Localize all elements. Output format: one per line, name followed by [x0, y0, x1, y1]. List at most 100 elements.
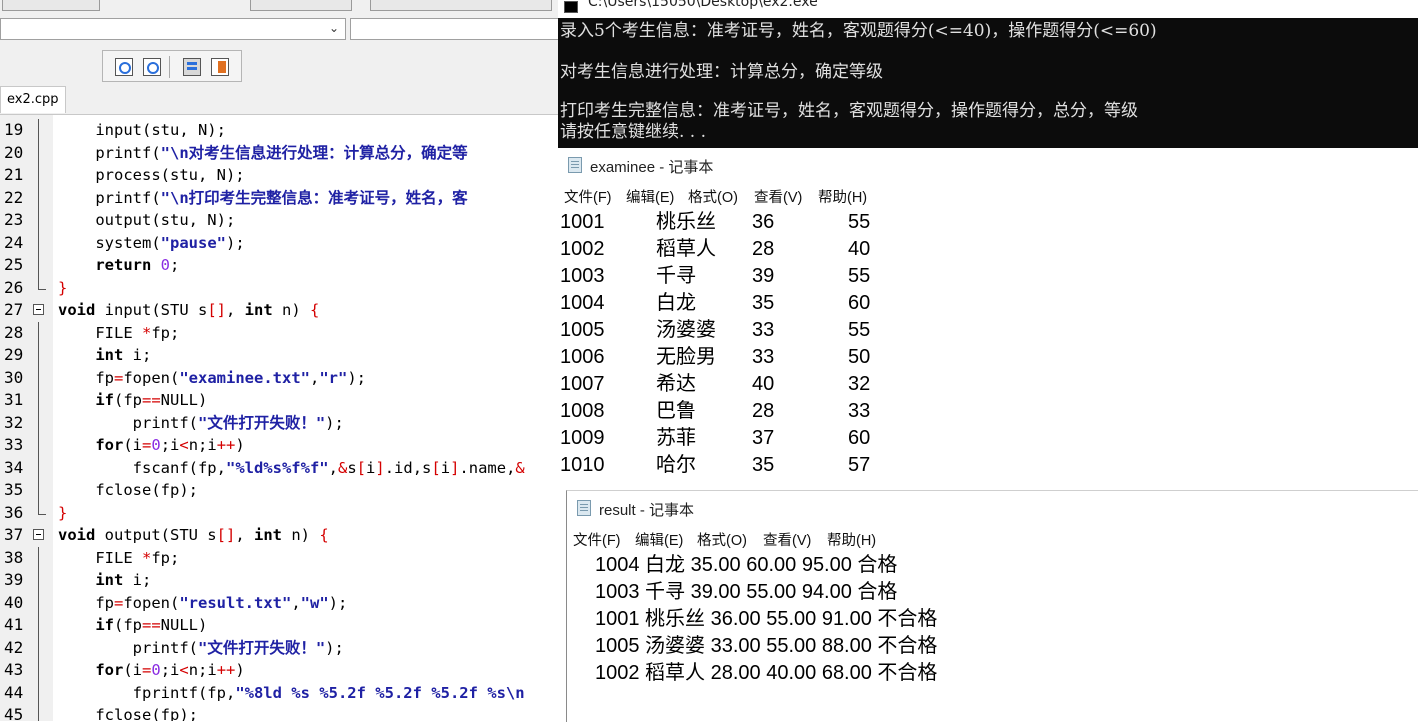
code-line: 36} [0, 501, 560, 525]
code-token: & [337, 458, 348, 477]
fold-toggle-icon[interactable] [33, 304, 44, 315]
code-token: int [254, 526, 282, 544]
fold-guide [38, 186, 39, 209]
find-icon[interactable] [115, 58, 133, 76]
code-line: 21 process(stu, N); [0, 164, 560, 187]
code-token: (fp [114, 391, 142, 409]
menu-item[interactable]: 文件(F) [564, 186, 612, 207]
fold-guide [38, 231, 39, 254]
menu-item[interactable]: 帮助(H) [827, 529, 876, 550]
menu-item[interactable]: 格式(O) [688, 186, 738, 207]
operation-score: 55 [848, 319, 871, 341]
examinee-notepad-window: examinee - 记事本 文件(F) 编辑(E) 格式(O) 查看(V) 帮助(H)… [558, 148, 1418, 488]
fold-guide [38, 591, 39, 614]
line-number: 40 [4, 592, 24, 612]
menu-item[interactable]: 编辑(E) [635, 529, 683, 550]
result-row: 1005 汤婆婆 33.00 55.00 88.00 不合格 [595, 635, 938, 657]
code-token: "result.txt" [179, 593, 292, 612]
fold-guide [38, 119, 39, 142]
examinee-id: 1003 [560, 265, 605, 287]
code-token: [ [356, 458, 367, 477]
fold-guide [38, 366, 39, 389]
examinee-id: 1005 [560, 319, 605, 341]
fold-guide [38, 659, 39, 682]
code-text: fclose(fp); [58, 704, 198, 721]
console-window[interactable]: C:\Users\15050\Desktop\ex2.exe 录入5个考生信息：… [558, 0, 1418, 148]
ide-toolbar-top [0, 0, 560, 14]
tab-ex2-cpp[interactable]: ex2.cpp [0, 86, 66, 113]
scope-dropdown[interactable]: ⌄ [0, 18, 346, 40]
fold-toggle-icon[interactable] [33, 529, 44, 540]
code-text: input(stu, N); [58, 119, 226, 142]
examinee-id: 1008 [560, 400, 605, 422]
notepad-menubar: 文件(F) 编辑(E) 格式(O) 查看(V) 帮助(H) [558, 182, 1418, 207]
examinee-row: 1003 千寻 39 55 [558, 263, 1418, 290]
code-line: 45 fclose(fp); [0, 704, 560, 721]
menu-item[interactable]: 格式(O) [697, 529, 747, 550]
objective-score: 39 [752, 265, 775, 287]
code-token: * [142, 548, 152, 567]
toolbar-button[interactable] [2, 0, 100, 11]
code-token: void [58, 526, 96, 544]
menu-item[interactable]: 帮助(H) [818, 186, 867, 207]
code-line: 28 FILE *fp; [0, 321, 560, 344]
menu-item[interactable]: 文件(F) [573, 529, 621, 550]
examinee-id: 1010 [560, 454, 605, 476]
code-token: n;i [188, 436, 217, 454]
code-token: (i [123, 661, 142, 679]
code-token: ] [450, 458, 460, 477]
code-text: for(i=0;i<n;i++) [58, 434, 244, 457]
code-token: i [440, 458, 451, 477]
code-text: } [58, 277, 67, 300]
objective-score: 35 [752, 292, 775, 314]
line-number: 42 [4, 637, 24, 657]
code-token: ++ [216, 436, 236, 454]
code-text: fp=fopen("result.txt","w"); [58, 592, 347, 615]
examinee-name: 无脸男 [656, 346, 716, 368]
code-token: "\n打印考生完整信息：准考证号，姓名，客 [160, 188, 468, 207]
fold-guide [38, 344, 39, 367]
operation-score: 40 [848, 238, 871, 260]
find-next-icon[interactable] [143, 58, 161, 76]
operation-score: 50 [848, 346, 871, 368]
symbol-dropdown[interactable] [350, 18, 560, 40]
operation-score: 32 [848, 373, 871, 395]
notepad-text-area[interactable]: 1001 桃乐丝 36 55 1002 稻草人 28 40 1003 千寻 39 55 1004 白龙 35… [558, 206, 1418, 488]
notepad-text-area[interactable]: 1004 白龙 35.00 60.00 95.00 合格 1003 千寻 39.0… [567, 549, 1418, 722]
menu-item[interactable]: 编辑(E) [626, 186, 674, 207]
line-number: 44 [4, 682, 24, 702]
code-token: s [347, 458, 357, 477]
toolbar-group [102, 50, 242, 82]
examinee-name: 白龙 [656, 292, 696, 314]
code-token: ++ [216, 661, 236, 679]
code-editor[interactable]: 19 input(stu, N); 20 printf("\n对考生信息进行处理：… [0, 115, 560, 721]
code-line: 44 fprintf(fp,"%8ld %s %5.2f %5.2f %5.2f… [0, 681, 560, 704]
menu-item[interactable]: 查看(V) [754, 186, 802, 207]
panel-icon[interactable] [211, 58, 229, 76]
code-token: fp; [151, 548, 180, 567]
examinee-id: 1009 [560, 427, 605, 449]
code-token: i; [123, 571, 152, 589]
fold-guide [38, 546, 39, 569]
code-text: fclose(fp); [58, 479, 198, 502]
code-token: == [142, 616, 161, 634]
code-line: 29 int i; [0, 344, 560, 367]
notepad-title: examinee - 记事本 [590, 159, 714, 176]
operation-score: 60 [848, 427, 871, 449]
line-number: 20 [4, 142, 24, 162]
line-number: 38 [4, 547, 24, 567]
line-number: 31 [4, 390, 24, 409]
code-token: ] [375, 458, 385, 477]
examinee-row: 1001 桃乐丝 36 55 [558, 209, 1418, 236]
code-token: fscanf(fp, [58, 458, 226, 477]
window-icon[interactable] [183, 58, 201, 76]
menu-item[interactable]: 查看(V) [763, 529, 811, 550]
code-token: input(STU s [95, 301, 208, 319]
toolbar-button[interactable] [370, 0, 552, 11]
toolbar-button[interactable] [250, 0, 352, 11]
code-line: 37 void output(STU s[], int n) { [0, 524, 560, 547]
notepad-icon [577, 500, 591, 516]
code-token: , [291, 593, 301, 612]
code-text: if(fp==NULL) [58, 614, 207, 637]
code-token: (i [123, 436, 142, 454]
